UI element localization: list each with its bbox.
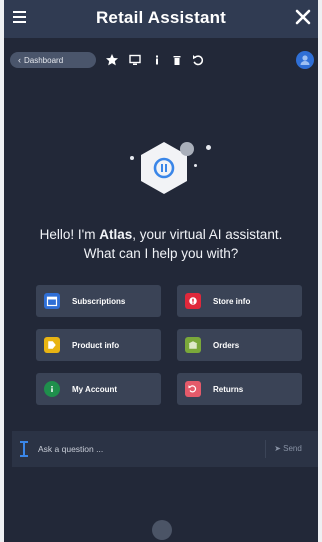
- greeting-prefix: Hello! I'm: [39, 227, 100, 242]
- returns-icon: [185, 381, 201, 397]
- tag-icon: [44, 337, 60, 353]
- action-label: My Account: [72, 385, 118, 394]
- trash-icon[interactable]: [170, 53, 184, 67]
- screen-icon[interactable]: [128, 53, 142, 67]
- action-label: Product info: [72, 341, 120, 350]
- send-button[interactable]: ➤ Send: [265, 440, 310, 458]
- greeting-line-2: What can I help you with?: [83, 246, 239, 261]
- action-my-account[interactable]: My Account: [36, 373, 161, 405]
- scroll-down-icon[interactable]: [152, 520, 172, 540]
- action-subscriptions[interactable]: Subscriptions: [36, 285, 161, 317]
- calendar-icon: [44, 293, 60, 309]
- text-cursor-icon: [20, 441, 28, 457]
- toolbar: ‹ Dashboard: [4, 44, 318, 74]
- greeting-line-1: Hello! I'm Atlas, your virtual AI assist…: [4, 225, 318, 244]
- decor-dot: [194, 164, 197, 167]
- dashboard-label: Dashboard: [24, 56, 64, 65]
- action-label: Subscriptions: [72, 297, 126, 306]
- chat-panel: Retail Assistant ‹ Dashboard Hello! I'm …: [4, 0, 318, 542]
- star-icon[interactable]: [105, 53, 119, 67]
- close-icon[interactable]: [294, 8, 312, 26]
- greeting-suffix: , your virtual AI assistant.: [132, 227, 283, 242]
- decor-dot: [130, 156, 134, 160]
- dashboard-button[interactable]: ‹ Dashboard: [10, 52, 96, 68]
- message-composer: Ask a question ... ➤ Send: [12, 431, 318, 467]
- action-label: Returns: [213, 385, 244, 394]
- action-store-info[interactable]: Store info: [177, 285, 302, 317]
- action-label: Store info: [213, 297, 251, 306]
- action-label: Orders: [213, 341, 240, 350]
- question-input-placeholder[interactable]: Ask a question ...: [38, 444, 103, 454]
- decor-dot: [206, 145, 211, 150]
- decor-dot: [180, 142, 194, 156]
- action-orders[interactable]: Orders: [177, 329, 302, 361]
- store-icon: [185, 293, 201, 309]
- user-button[interactable]: [296, 51, 314, 69]
- assistant-name: Atlas: [99, 227, 133, 242]
- title-bar: Retail Assistant: [4, 0, 318, 38]
- account-icon: [44, 381, 60, 397]
- greeting-text: Hello! I'm Atlas, your virtual AI assist…: [4, 225, 318, 263]
- refresh-icon[interactable]: [191, 53, 205, 67]
- action-returns[interactable]: Returns: [177, 373, 302, 405]
- assistant-avatar: [114, 130, 214, 220]
- user-icon: [300, 55, 310, 65]
- info-icon[interactable]: [150, 53, 164, 67]
- send-arrow-icon: ➤: [274, 444, 284, 453]
- send-label: Send: [283, 444, 302, 453]
- box-icon: [185, 337, 201, 353]
- assistant-logo-icon: [141, 142, 187, 194]
- chevron-left-icon: ‹: [18, 55, 21, 65]
- app-title: Retail Assistant: [95, 8, 227, 27]
- action-product-info[interactable]: Product info: [36, 329, 161, 361]
